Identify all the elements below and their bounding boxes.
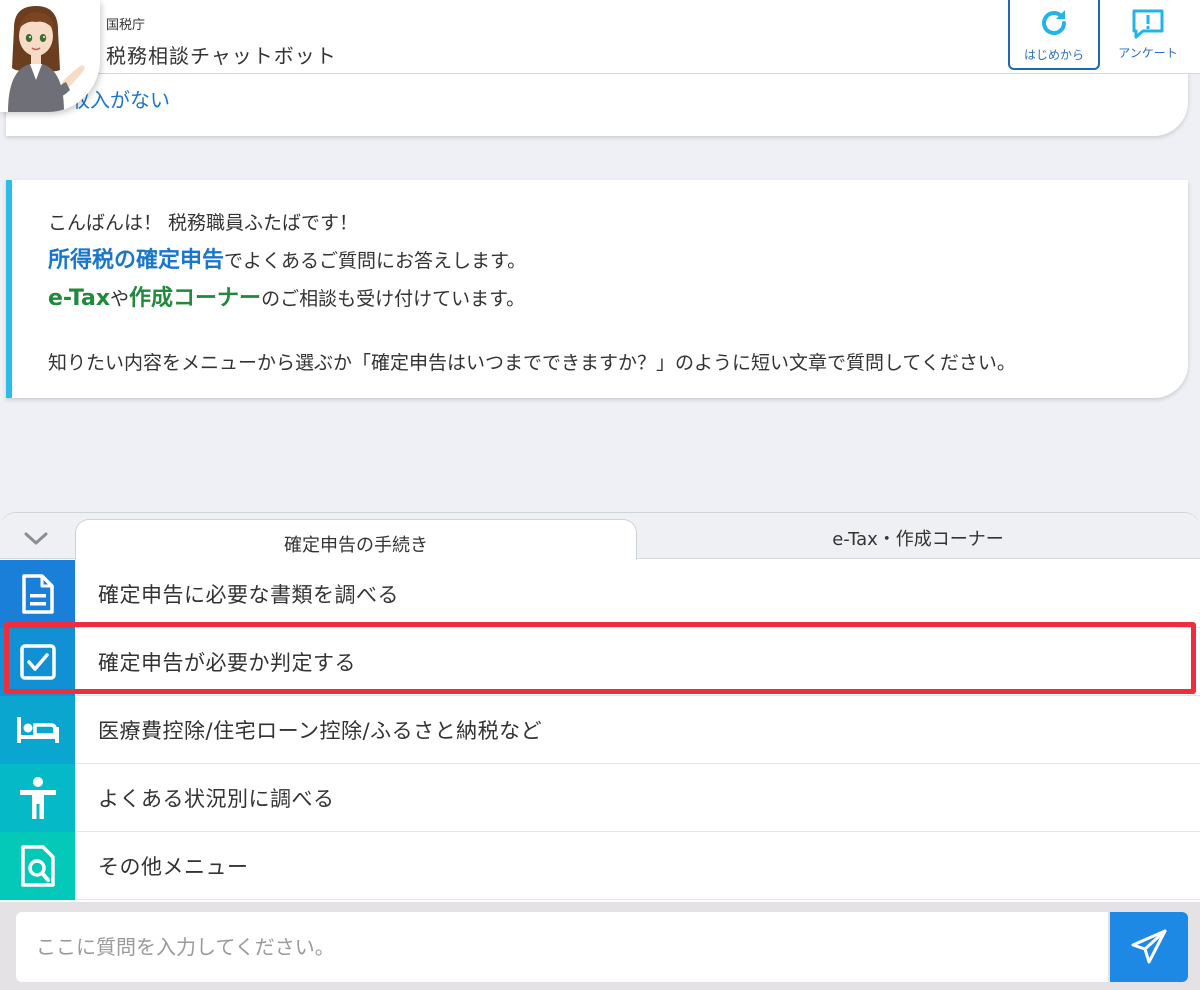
income-tax-filing-link[interactable]: 所得税の確定申告 — [48, 248, 224, 273]
menu-panel: 確定申告の手続き e-Tax・作成コーナー 確定申告に必要な書類を調べる 確定申… — [0, 512, 1200, 902]
menu-item-check-filing-required[interactable]: 確定申告が必要か判定する — [0, 628, 1200, 696]
chevron-down-icon — [24, 532, 48, 545]
greeting-line-3: e-Taxや作成コーナーのご相談も受け付けています。 — [48, 280, 1188, 318]
question-input[interactable] — [16, 912, 1108, 982]
send-button[interactable] — [1110, 912, 1188, 982]
input-bar — [0, 902, 1200, 990]
refresh-icon — [1042, 10, 1067, 36]
menu-icon-box — [0, 696, 75, 764]
greeting-line-4: 知りたい内容をメニューから選ぶか「確定申告はいつまでできますか？」のように短い文… — [48, 352, 1016, 374]
menu-item-label: その他メニュー — [98, 855, 249, 879]
survey-button[interactable]: アンケート — [1104, 0, 1192, 70]
greeting-line-2: 所得税の確定申告でよくあるご質問にお答えします。 — [48, 242, 1188, 280]
greeting-message: こんばんは！ 税務職員ふたばです！ 所得税の確定申告でよくあるご質問にお答えしま… — [6, 180, 1188, 398]
bed-icon — [16, 717, 59, 743]
menu-item-required-documents[interactable]: 確定申告に必要な書類を調べる — [0, 560, 1200, 628]
search-document-icon — [20, 845, 55, 887]
menu-item-label: 確定申告に必要な書類を調べる — [98, 583, 399, 607]
tab-filing-procedures[interactable]: 確定申告の手続き — [75, 519, 637, 560]
document-icon — [21, 574, 54, 614]
page-title: 税務相談チャットボット — [106, 44, 337, 68]
menu-icon-box — [0, 832, 75, 900]
send-icon — [1131, 929, 1167, 964]
assistant-illustration — [8, 6, 85, 112]
agency-name: 国税庁 — [106, 18, 146, 33]
assistant-avatar — [0, 0, 100, 112]
etax-link[interactable]: e-Tax — [48, 286, 110, 311]
menu-item-label: 確定申告が必要か判定する — [98, 651, 356, 675]
menu-item-deductions[interactable]: 医療費控除/住宅ローン控除/ふるさと納税など — [0, 696, 1200, 764]
menu-icon-box — [0, 764, 75, 832]
collapse-menu-button[interactable] — [18, 527, 54, 551]
tab-etax-creation-corner[interactable]: e-Tax・作成コーナー — [640, 519, 1196, 560]
header-bar: 国税庁 税務相談チャットボット はじめから アンケート — [0, 0, 1200, 74]
checkbox-icon — [19, 644, 56, 680]
menu-icon-box — [0, 560, 75, 628]
survey-label: アンケート — [1118, 46, 1178, 60]
greeting-line-2-text: でよくあるご質問にお答えします。 — [224, 250, 527, 272]
greeting-line-1: こんばんは！ 税務職員ふたばです！ — [48, 212, 359, 234]
menu-icon-box — [0, 628, 75, 696]
menu-item-label: よくある状況別に調べる — [98, 787, 335, 811]
menu-item-label: 医療費控除/住宅ローン控除/ふるさと納税など — [98, 719, 543, 743]
menu-item-common-situations[interactable]: よくある状況別に調べる — [0, 764, 1200, 832]
greeting-line-3-text: のご相談も受け付けています。 — [261, 288, 526, 310]
person-icon — [19, 777, 56, 819]
restart-button[interactable]: はじめから — [1008, 0, 1100, 70]
greeting-line-3-mid: や — [110, 288, 130, 310]
restart-label: はじめから — [1023, 48, 1084, 62]
menu-item-other-menu[interactable]: その他メニュー — [0, 832, 1200, 900]
creation-corner-link[interactable]: 作成コーナー — [129, 286, 261, 311]
feedback-icon — [1132, 9, 1164, 39]
menu-tab-bar: 確定申告の手続き e-Tax・作成コーナー — [0, 513, 1200, 560]
